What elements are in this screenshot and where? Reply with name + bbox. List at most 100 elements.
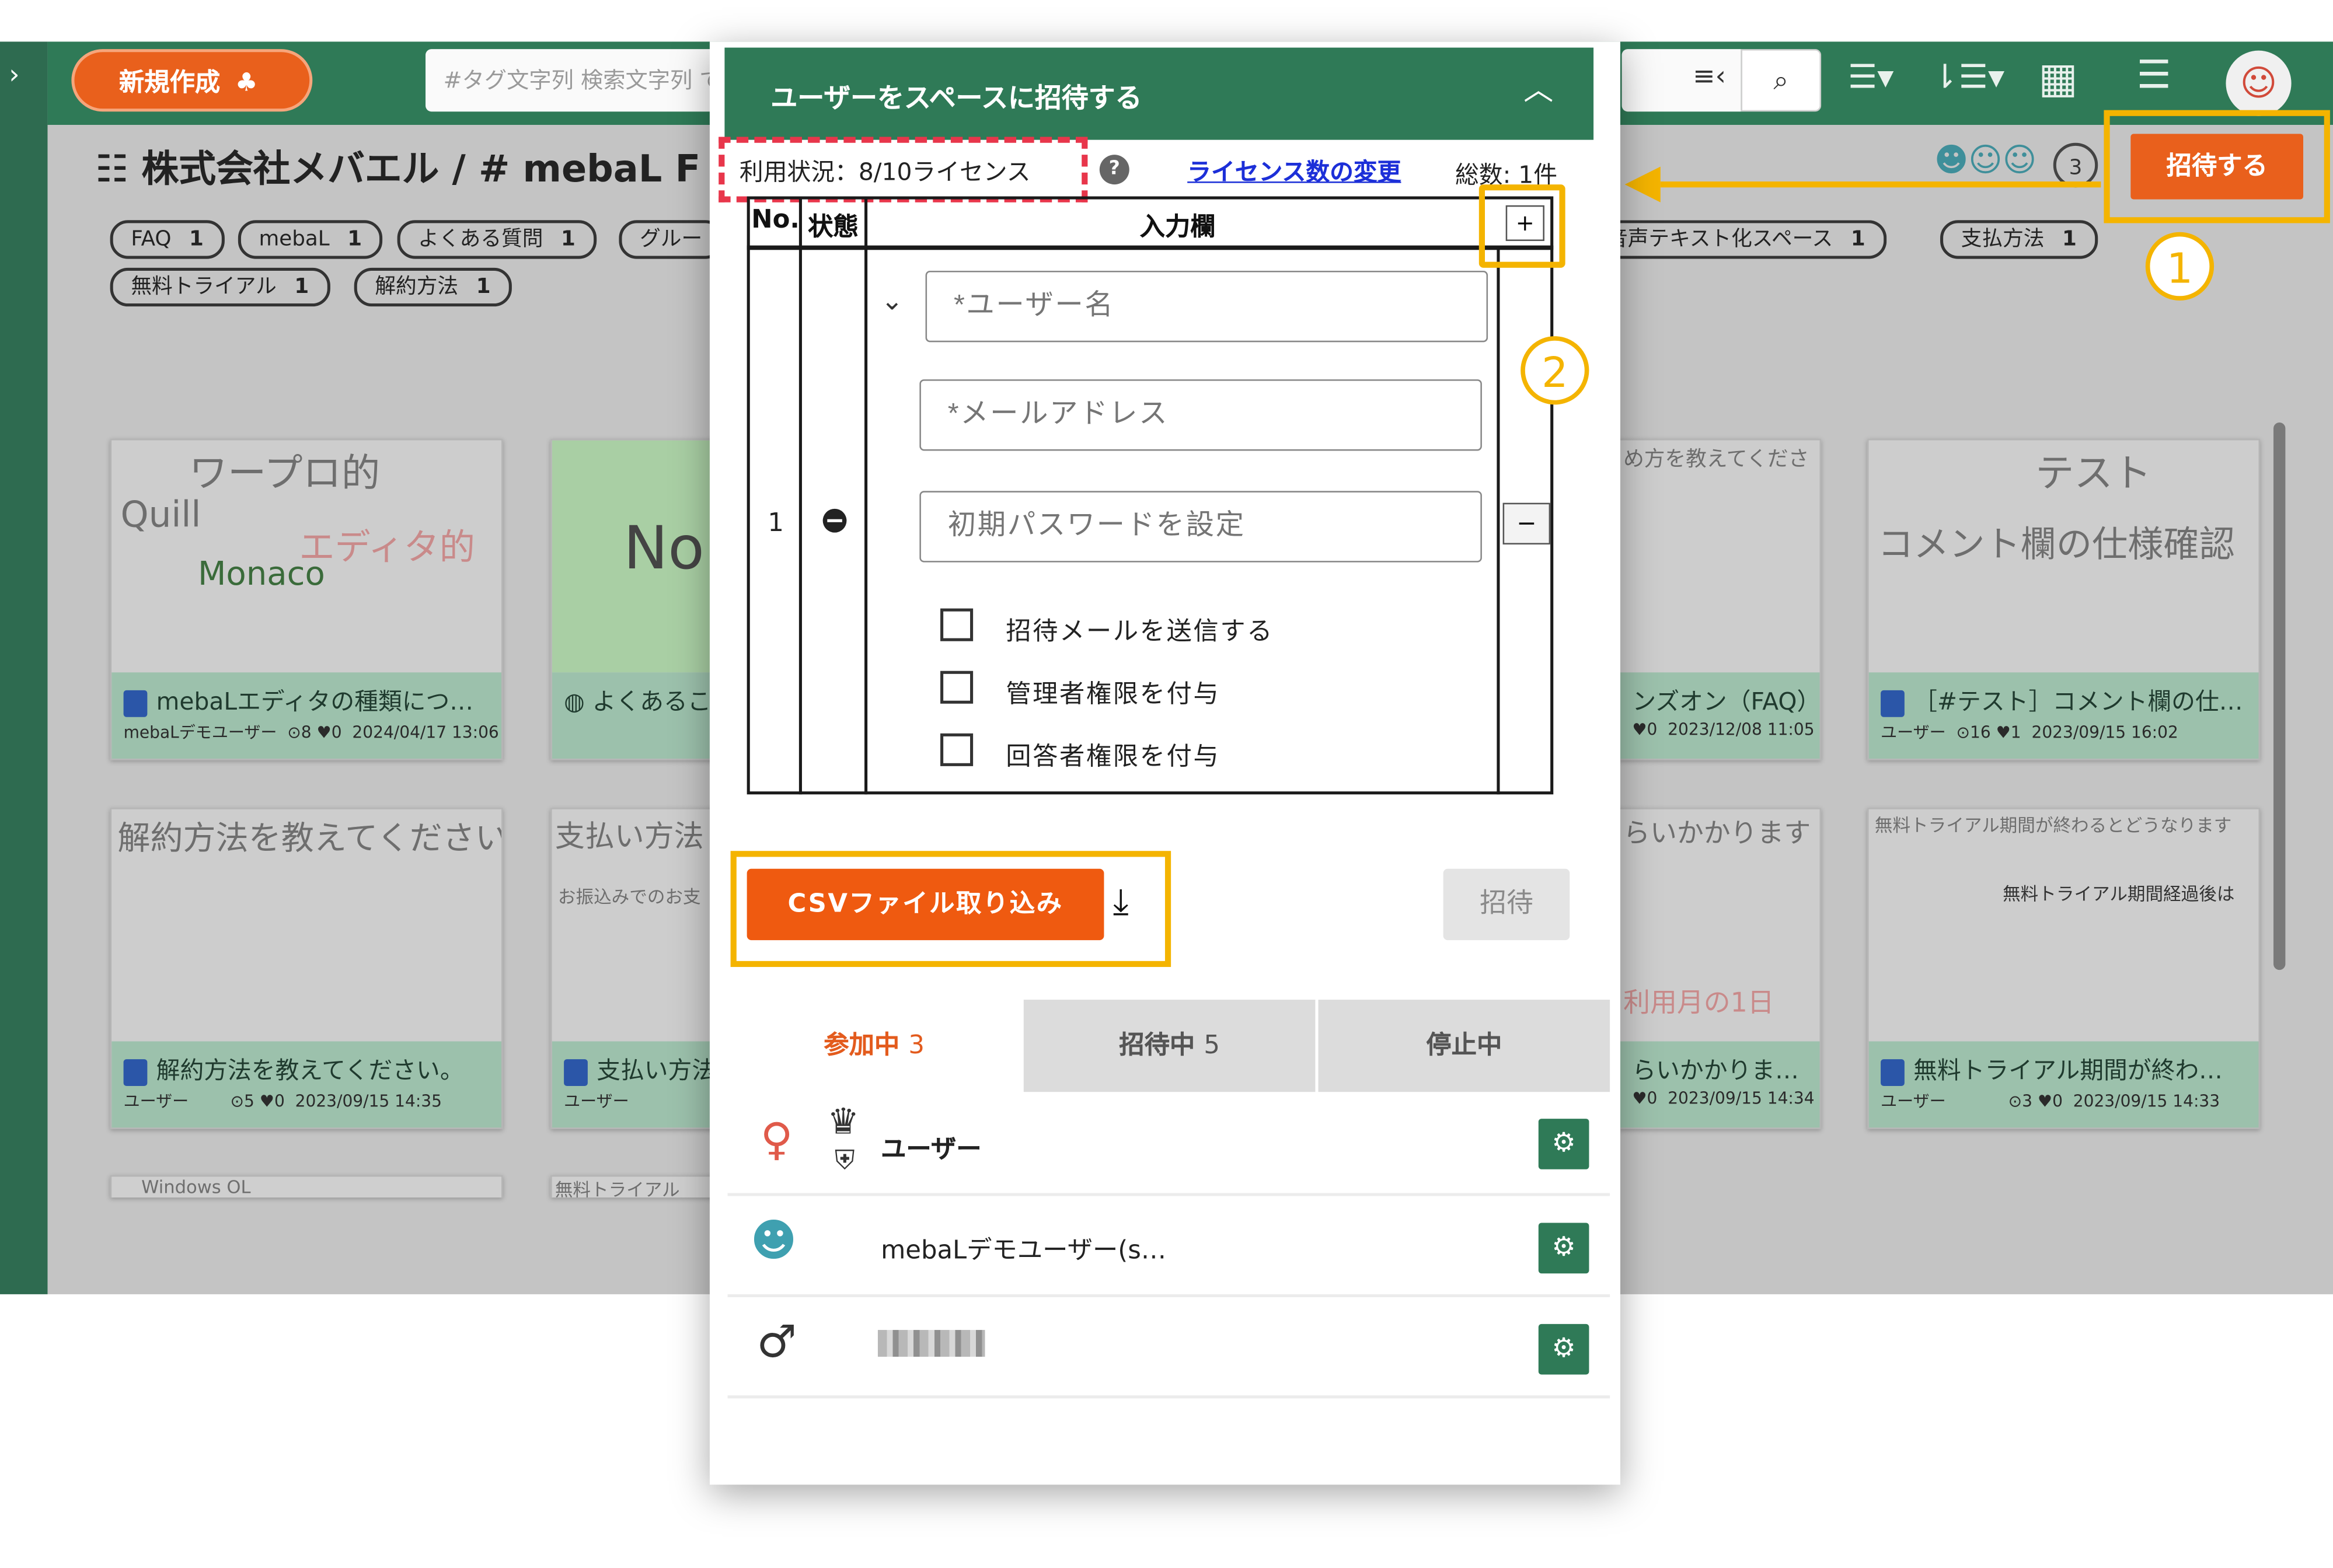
tag-chip[interactable]: 無料トライアル 1 [110, 267, 330, 307]
card-thumbnail: め方を教えてくださ [1620, 440, 1820, 673]
tag-chip[interactable]: 支払方法 1 [1940, 220, 2098, 259]
shield-icon: ⛨ [835, 1145, 855, 1177]
new-button[interactable]: 新規作成 ♣ [71, 49, 313, 112]
send-invite-email-checkbox[interactable] [940, 608, 974, 641]
status-icon [822, 508, 847, 533]
header-divider [747, 245, 1554, 250]
tab-stopped[interactable]: 停止中 [1318, 1000, 1610, 1092]
tag-chip[interactable]: mebaL 1 [238, 220, 383, 259]
card-thumbnail: テスト コメント欄の仕様確認 [1868, 440, 2259, 673]
member-settings-icon[interactable]: ⚙ [1538, 1323, 1589, 1375]
card-footer: mebaLエディタの種類につ… mebaLデモユーザー ⊙8 ♥0 2024/0… [111, 672, 502, 759]
expand-sidebar-icon[interactable]: › [9, 60, 19, 91]
member-settings-icon[interactable]: ⚙ [1538, 1223, 1589, 1274]
outline-view-icon[interactable]: ☰ [2137, 54, 2171, 98]
sort-icon[interactable]: ⇂☰▾ [1931, 60, 2004, 97]
card-date: 2023/12/08 11:05 [1668, 720, 1815, 740]
search-button[interactable]: ⌕ [1741, 49, 1822, 112]
modal-title: ユーザーをスペースに招待する [770, 83, 1142, 115]
column-header-input: 入力欄 [1139, 212, 1216, 243]
highlight-license-usage [719, 137, 1088, 202]
tag-chip[interactable]: よくある質問 1 [397, 220, 597, 259]
highlight-invite-button [2104, 110, 2330, 223]
knowledge-card[interactable]: らいかかります 利用月の1日 らいかかりま… ♥0 2023/09/15 14:… [1619, 808, 1822, 1129]
column-header-status: 状態 [808, 212, 859, 243]
knowledge-card[interactable]: 無料トライアル期間が終わるとどうなります 無料トライアル期間経過後は 無料トライ… [1867, 808, 2261, 1129]
column-divider [1497, 247, 1500, 795]
knowledge-card[interactable]: テスト コメント欄の仕様確認 ［#テスト］コメント欄の仕… ユーザー ⊙16 ♥… [1867, 439, 2261, 760]
knowledge-card[interactable]: 解約方法を教えてください 解約方法を教えてください。 ユーザー ⊙5 ♥0 20… [110, 808, 503, 1129]
card-views: 3 [2022, 1092, 2032, 1112]
grid-view-icon[interactable]: ▦ [2038, 54, 2077, 103]
username-field[interactable] [925, 270, 1488, 343]
help-icon[interactable]: ? [1099, 155, 1129, 185]
card-author: ユーザー [1881, 722, 1946, 743]
search-input[interactable]: #タグ文字列 検索文字列 で [426, 49, 723, 112]
tag-chip[interactable]: 解約方法 1 [354, 267, 512, 307]
card-footer: 解約方法を教えてください。 ユーザー ⊙5 ♥0 2023/09/15 14:3… [111, 1041, 502, 1128]
knowledge-card[interactable]: ワープロ的 Quill エディタ的 Monaco mebaLエディタの種類につ…… [110, 439, 503, 760]
globe-icon: ◍ [564, 687, 592, 716]
account-avatar[interactable]: ☺ [2226, 50, 2292, 116]
tab-invited[interactable]: 招待中 5 [1023, 1000, 1316, 1092]
card-likes: 0 [331, 722, 342, 743]
member-settings-icon[interactable]: ⚙ [1538, 1119, 1589, 1169]
card-thumbnail: ワープロ的 Quill エディタ的 Monaco [111, 440, 502, 673]
tag-chip[interactable]: FAQ 1 [110, 220, 225, 259]
left-sidebar: › [0, 41, 48, 1294]
thumb-text: Quill [120, 494, 201, 536]
card-title: 支払い方法 [597, 1056, 716, 1085]
step-2-badge: 2 [1521, 336, 1589, 405]
remove-row-button[interactable]: − [1502, 502, 1551, 545]
tag-count: 1 [1850, 228, 1865, 252]
clear-search-icon[interactable]: ≡‹ [1693, 61, 1726, 93]
card-footer: 支払い方法 ユーザー [552, 1041, 716, 1128]
knowledge-card[interactable]: No ◍ よくあるこ [550, 439, 717, 760]
bird-mascot-avatar: ☻ [750, 1215, 797, 1268]
column-header-no: No. [751, 205, 800, 235]
card-thumbnail: 支払い方法 お振込みでのお支 [552, 809, 716, 1042]
email-field[interactable] [919, 379, 1482, 451]
tag-chip[interactable]: 音声テキスト化スペース 1 [1589, 220, 1886, 259]
card-author: ユーザー [564, 1092, 629, 1112]
member-name: mebaLデモユーザー(s… [881, 1236, 1167, 1266]
knowledge-card[interactable]: め方を教えてくださ ンズオン（FAQ） ♥0 2023/12/08 11:05 [1619, 439, 1822, 760]
member-row [727, 1297, 1610, 1399]
card-footer: ◍ よくあるこ [552, 672, 716, 759]
tab-joined[interactable]: 参加中 3 [727, 1000, 1021, 1092]
minus-icon: − [1516, 508, 1537, 537]
chevron-down-icon[interactable]: ⌄ [881, 285, 903, 317]
card-likes: 0 [2052, 1092, 2063, 1112]
grant-admin-checkbox[interactable] [940, 670, 974, 704]
search-input-end[interactable]: ≡‹ [1621, 49, 1741, 112]
invite-submit-button[interactable]: 招待 [1443, 868, 1570, 941]
knowledge-card[interactable]: Windows OL [110, 1175, 503, 1198]
heart-icon: ♥ [259, 1092, 274, 1112]
thumb-text: お振込みでのお支 [557, 886, 701, 908]
card-thumbnail: らいかかります 利用月の1日 [1620, 809, 1820, 1042]
card-views: 5 [244, 1092, 254, 1112]
card-footer: 無料トライアル期間が終わ… ユーザー ⊙3 ♥0 2023/09/15 14:3… [1868, 1041, 2259, 1128]
tag-label: 音声テキスト化スペース [1607, 228, 1833, 252]
thumb-text: 無料トライアル期間が終わるとどうなります [1874, 815, 2232, 836]
search-icon: ⌕ [1773, 65, 1789, 97]
filter-icon[interactable]: ☰▾ [1848, 60, 1893, 97]
card-date: 2023/09/15 14:33 [2073, 1092, 2220, 1112]
card-footer: ［#テスト］コメント欄の仕… ユーザー ⊙16 ♥1 2023/09/15 16… [1868, 672, 2259, 759]
chevron-up-icon[interactable]: ︿ [1523, 65, 1553, 109]
crown-icon: ♛ [827, 1101, 860, 1143]
grant-answerer-checkbox[interactable] [940, 733, 974, 766]
tag-chip[interactable]: グルー [619, 220, 723, 259]
heart-icon: ♥ [1632, 1089, 1647, 1109]
tag-label: 無料トライアル [131, 275, 277, 299]
change-license-link[interactable]: ライセンス数の変更 [1187, 152, 1401, 187]
views-icon: ⊙ [2008, 1092, 2022, 1112]
knowledge-card[interactable]: 支払い方法 お振込みでのお支 支払い方法 ユーザー [550, 808, 717, 1129]
knowledge-card[interactable]: 無料トライアル [550, 1175, 717, 1198]
member-avatars-icon: ☻☺☺ [1934, 142, 2037, 180]
document-icon [564, 1058, 588, 1085]
password-field[interactable] [919, 491, 1482, 563]
tag-count: 1 [561, 228, 576, 252]
scrollbar[interactable] [2273, 422, 2286, 970]
member-count-badge[interactable]: 3 [2053, 142, 2098, 188]
